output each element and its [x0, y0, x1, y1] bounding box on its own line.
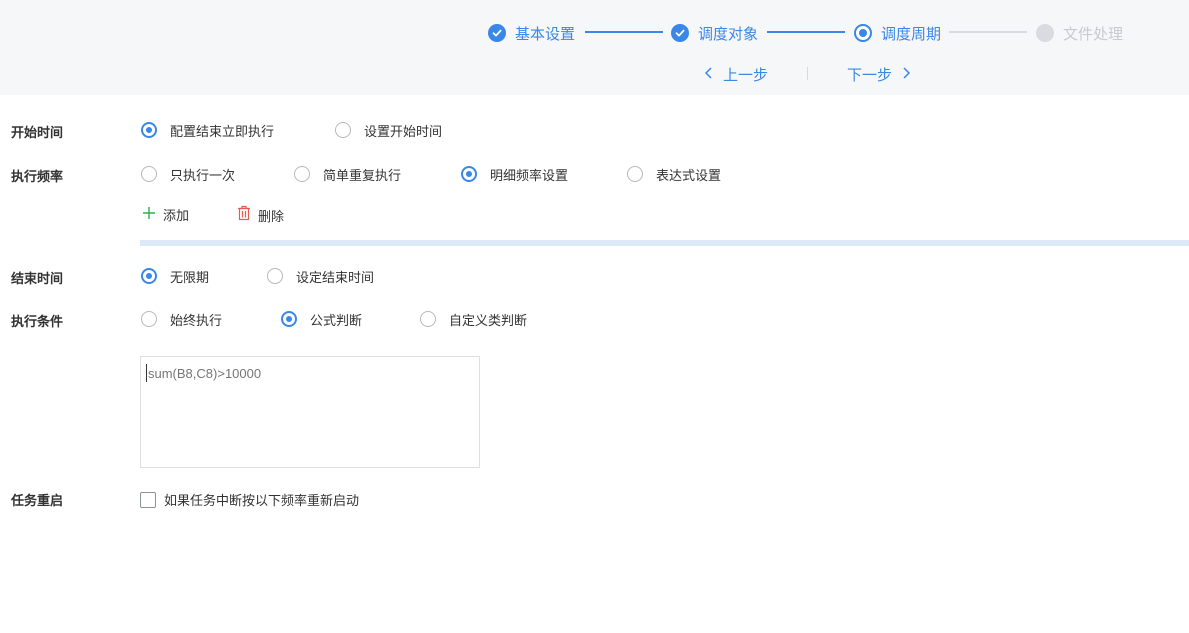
- condition-option-custom[interactable]: 自定义类判断: [420, 311, 528, 329]
- restart-checkbox-label: 如果任务中断按以下频率重新启动: [164, 494, 360, 509]
- nav-divider: [807, 67, 808, 80]
- frequency-detail-bar: [140, 240, 1189, 246]
- start-time-option-immediate[interactable]: 配置结束立即执行: [141, 122, 275, 140]
- radio-label: 配置结束立即执行: [170, 124, 275, 140]
- current-step-icon: [854, 24, 872, 42]
- chevron-left-icon: [703, 66, 715, 84]
- radio-button[interactable]: [141, 122, 157, 138]
- check-icon: [488, 24, 506, 42]
- step-connector: [949, 31, 1027, 33]
- step-schedule-object[interactable]: 调度对象: [671, 23, 758, 43]
- radio-button[interactable]: [281, 311, 297, 327]
- radio-label: 始终执行: [170, 313, 223, 329]
- radio-label: 只执行一次: [170, 168, 236, 184]
- radio-button[interactable]: [141, 268, 157, 284]
- next-step-label: 下一步: [847, 66, 893, 84]
- add-button[interactable]: 添加: [142, 205, 189, 224]
- radio-button[interactable]: [420, 311, 436, 327]
- end-time-option-unlimited[interactable]: 无限期: [141, 268, 210, 286]
- frequency-option-expression[interactable]: 表达式设置: [627, 166, 722, 184]
- step-file-processing[interactable]: 文件处理: [1036, 23, 1123, 43]
- radio-label: 设定结束时间: [296, 270, 375, 286]
- condition-option-formula[interactable]: 公式判断: [281, 311, 363, 329]
- condition-label: 执行条件: [11, 315, 64, 330]
- radio-label: 公式判断: [310, 313, 363, 329]
- start-time-option-set[interactable]: 设置开始时间: [335, 122, 443, 140]
- prev-step-button[interactable]: 上一步: [703, 64, 768, 85]
- trash-icon: [237, 205, 251, 225]
- text-caret: [146, 364, 147, 382]
- radio-label: 无限期: [170, 270, 210, 286]
- step-connector: [585, 31, 663, 33]
- step-schedule-period[interactable]: 调度周期: [854, 23, 941, 43]
- radio-button[interactable]: [267, 268, 283, 284]
- frequency-option-once[interactable]: 只执行一次: [141, 166, 236, 184]
- restart-label: 任务重启: [11, 494, 64, 509]
- next-step-button[interactable]: 下一步: [847, 64, 912, 85]
- condition-option-always[interactable]: 始终执行: [141, 311, 223, 329]
- radio-button[interactable]: [141, 166, 157, 182]
- step-label: 调度周期: [881, 24, 942, 43]
- step-label: 基本设置: [515, 24, 576, 43]
- radio-label: 设置开始时间: [364, 124, 443, 140]
- delete-button[interactable]: 删除: [237, 205, 284, 225]
- radio-button[interactable]: [141, 311, 157, 327]
- restart-checkbox[interactable]: [140, 491, 156, 508]
- radio-button[interactable]: [335, 122, 351, 138]
- frequency-option-simple-repeat[interactable]: 简单重复执行: [294, 166, 402, 184]
- step-basic-settings[interactable]: 基本设置: [488, 23, 575, 43]
- check-icon: [671, 24, 689, 42]
- radio-button[interactable]: [627, 166, 643, 182]
- delete-label: 删除: [258, 209, 285, 225]
- pending-step-icon: [1036, 24, 1054, 42]
- frequency-option-detailed[interactable]: 明细频率设置: [461, 166, 569, 184]
- end-time-option-set[interactable]: 设定结束时间: [267, 268, 375, 286]
- plus-icon: [142, 206, 156, 224]
- formula-input[interactable]: [140, 356, 480, 468]
- wizard-header: 基本设置 调度对象 调度周期 文件处理 上一步 下一步: [0, 0, 1189, 95]
- step-label: 文件处理: [1063, 24, 1124, 43]
- end-time-label: 结束时间: [11, 272, 64, 287]
- add-label: 添加: [163, 209, 190, 224]
- radio-button[interactable]: [294, 166, 310, 182]
- radio-label: 明细频率设置: [490, 168, 569, 184]
- start-time-label: 开始时间: [11, 126, 64, 141]
- frequency-label: 执行频率: [11, 170, 64, 185]
- chevron-right-icon: [900, 66, 912, 84]
- radio-button[interactable]: [461, 166, 477, 182]
- radio-label: 自定义类判断: [449, 313, 528, 329]
- prev-step-label: 上一步: [723, 66, 769, 84]
- step-label: 调度对象: [698, 24, 759, 43]
- radio-label: 简单重复执行: [323, 168, 402, 184]
- step-connector: [767, 31, 845, 33]
- restart-checkbox-option[interactable]: 如果任务中断按以下频率重新启动: [140, 490, 359, 509]
- radio-label: 表达式设置: [656, 168, 722, 184]
